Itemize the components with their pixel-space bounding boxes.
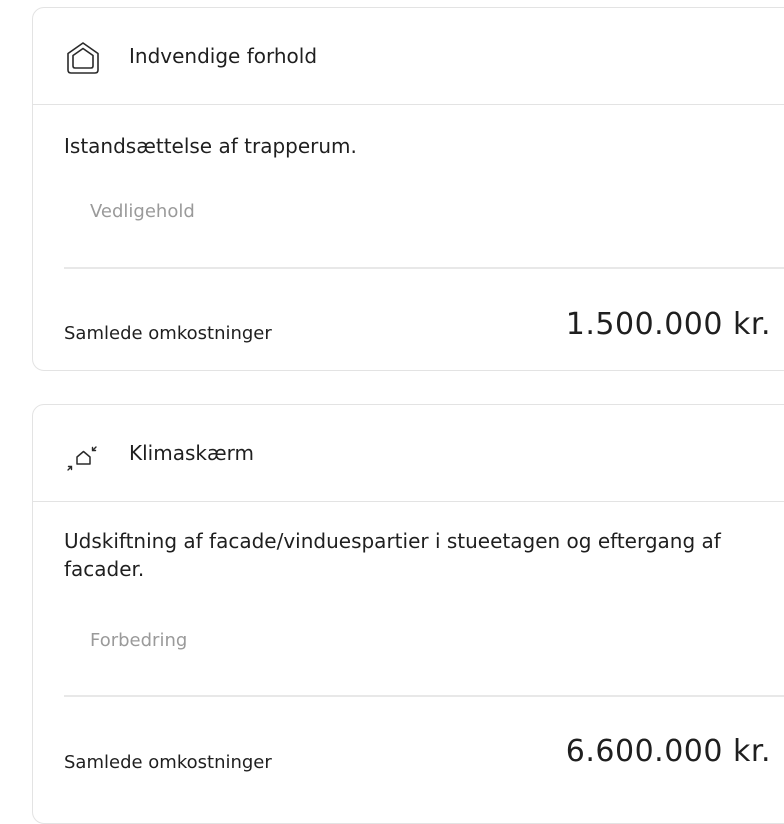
category-tag: Vedligehold bbox=[90, 201, 195, 222]
divider bbox=[64, 267, 784, 269]
total-cost-label: Samlede omkostninger bbox=[64, 752, 272, 773]
category-tag: Forbedring bbox=[90, 630, 188, 651]
cost-card-indvendige-forhold: Indvendige forhold Istandsættelse af tra… bbox=[32, 7, 784, 371]
cost-card-klimaskaerm: Klimaskærm Udskiftning af facade/vindues… bbox=[32, 404, 784, 824]
house-outline-icon bbox=[67, 42, 99, 74]
card-description: Istandsættelse af trapperum. bbox=[64, 134, 357, 158]
divider bbox=[64, 695, 784, 697]
total-cost-label: Samlede omkostninger bbox=[64, 323, 272, 344]
card-description: Udskiftning af facade/vinduespartier i s… bbox=[64, 529, 721, 581]
card-title: Klimaskærm bbox=[129, 441, 254, 465]
house-climate-icon bbox=[67, 446, 97, 471]
total-cost-value: 6.600.000 kr. bbox=[565, 734, 771, 769]
card-header: Klimaskærm bbox=[33, 405, 784, 502]
card-header: Indvendige forhold bbox=[33, 8, 784, 105]
total-cost-value: 1.500.000 kr. bbox=[565, 307, 771, 342]
card-title: Indvendige forhold bbox=[129, 44, 318, 68]
